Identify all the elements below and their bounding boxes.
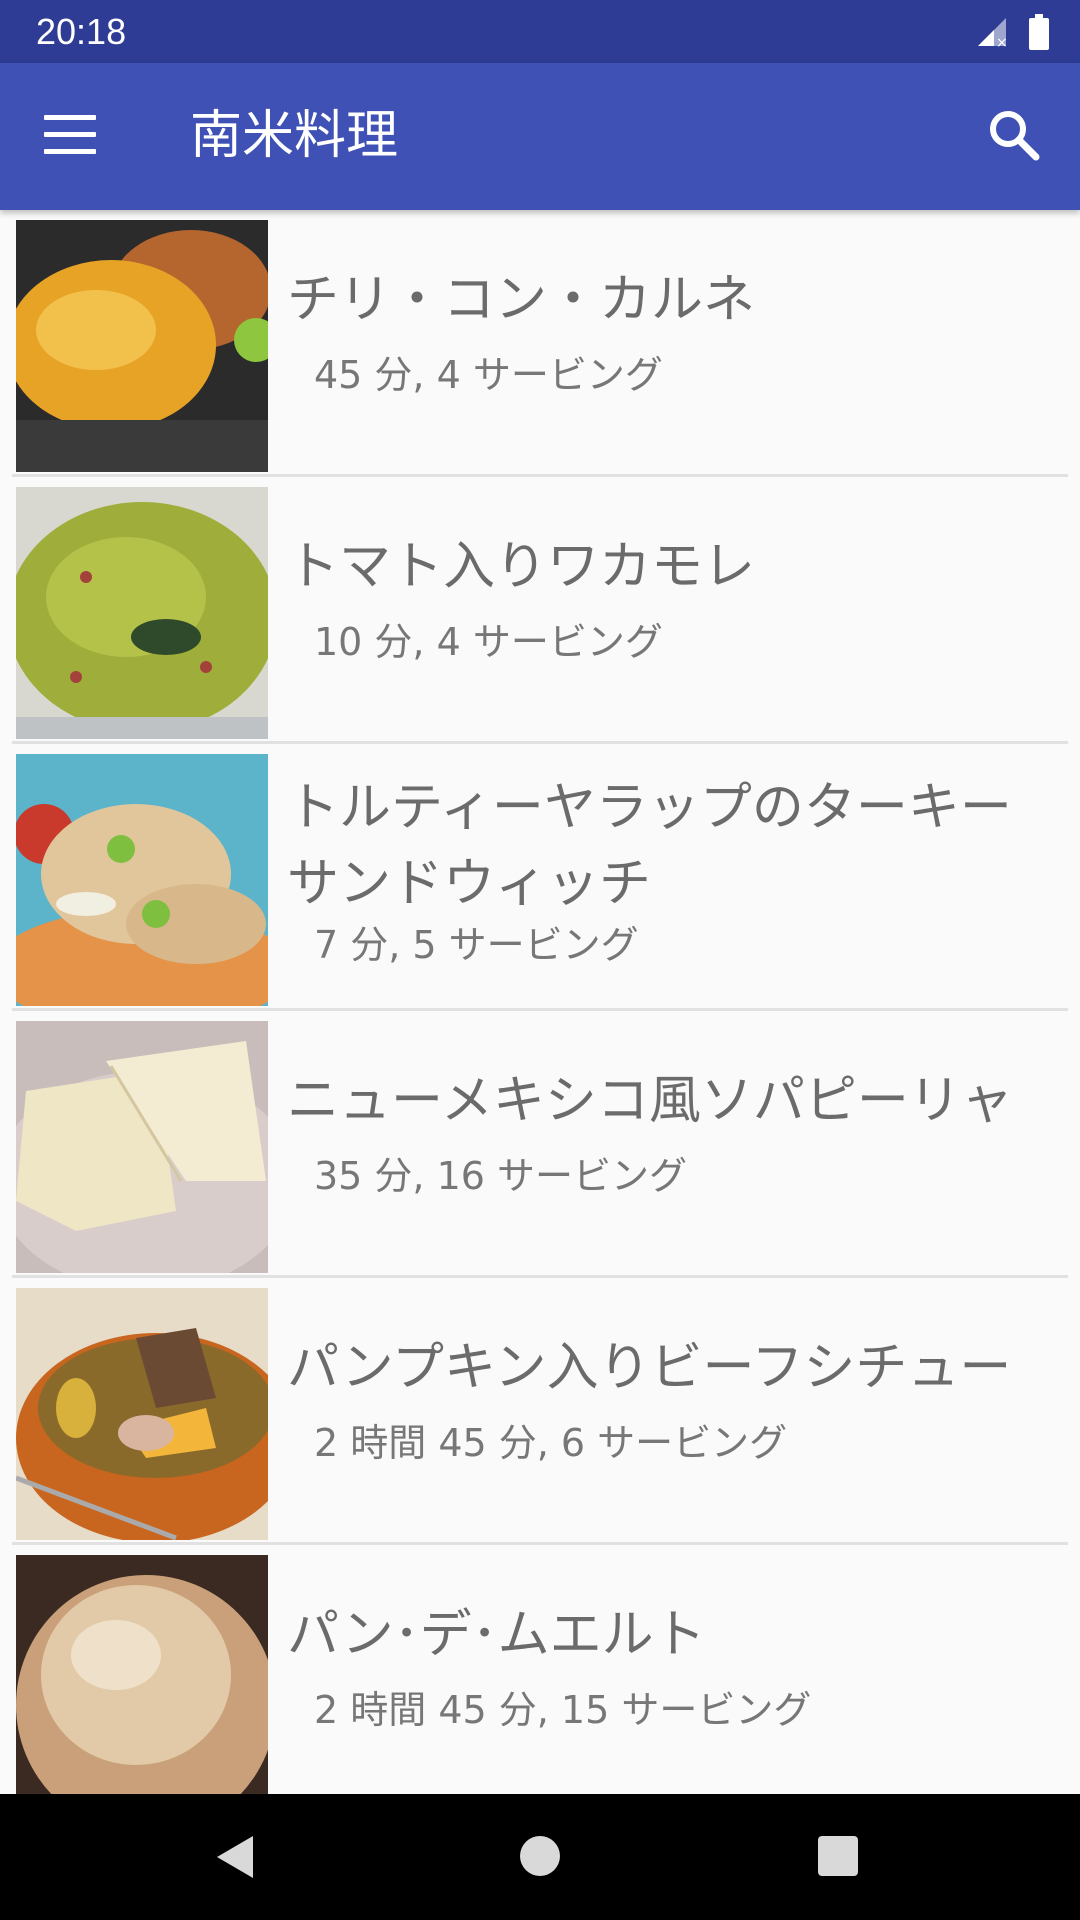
- recipe-thumbnail: [16, 487, 268, 739]
- page-title: 南米料理: [190, 106, 399, 166]
- recipe-title: トルティーヤラップのターキーサンドウィッチ: [287, 778, 1012, 914]
- recipe-subtitle: 7 分, 5 サービング: [314, 923, 639, 967]
- recipe-title: パンプキン入りビーフシチュー: [287, 1338, 1012, 1398]
- app-bar: 南米料理: [0, 63, 1080, 210]
- recipe-title: トマト入りワカモレ: [287, 537, 756, 597]
- list-item[interactable]: パン･デ･ムエルト 2 時間 45 分, 15 サービング: [12, 1545, 1068, 1794]
- recents-icon[interactable]: [818, 1836, 858, 1876]
- recipe-thumbnail: [16, 1288, 268, 1540]
- list-item[interactable]: パンプキン入りビーフシチュー 2 時間 45 分, 6 サービング: [12, 1278, 1068, 1545]
- search-button[interactable]: [986, 107, 1046, 167]
- list-item[interactable]: ニューメキシコ風ソパピーリャ 35 分, 16 サービング: [12, 1011, 1068, 1278]
- recipe-title: パン･デ･ムエルト: [287, 1605, 706, 1665]
- list-item[interactable]: トルティーヤラップのターキーサンドウィッチ 7 分, 5 サービング: [12, 744, 1068, 1011]
- system-nav-bar: [0, 1794, 1080, 1920]
- recipe-subtitle: 35 分, 16 サービング: [314, 1154, 688, 1198]
- recipe-title: ニューメキシコ風ソパピーリャ: [287, 1071, 1013, 1131]
- recipe-subtitle: 10 分, 4 サービング: [314, 620, 663, 664]
- recipe-thumbnail: [16, 754, 268, 1006]
- recipe-thumbnail: [16, 1021, 268, 1273]
- search-icon: [990, 111, 1040, 161]
- list-item[interactable]: チリ・コン・カルネ 45 分, 4 サービング: [12, 210, 1068, 477]
- svg-text:×: ×: [996, 35, 1008, 48]
- recipe-subtitle: 45 分, 4 サービング: [314, 353, 663, 397]
- recipe-subtitle: 2 時間 45 分, 6 サービング: [314, 1421, 788, 1465]
- recipe-thumbnail: [16, 1555, 268, 1794]
- menu-button[interactable]: [44, 115, 100, 159]
- list-item[interactable]: トマト入りワカモレ 10 分, 4 サービング: [12, 477, 1068, 744]
- hamburger-menu-icon: [44, 115, 100, 154]
- recipe-thumbnail: [16, 220, 268, 472]
- status-icons: ×: [974, 12, 1050, 52]
- recipe-subtitle: 2 時間 45 分, 15 サービング: [314, 1688, 812, 1732]
- recipe-title: チリ・コン・カルネ: [287, 270, 756, 330]
- recipe-list[interactable]: チリ・コン・カルネ 45 分, 4 サービング トマト入りワカモレ 10 分, …: [0, 210, 1080, 1794]
- status-bar: 20:18 ×: [0, 0, 1080, 63]
- back-icon[interactable]: [215, 1834, 255, 1880]
- battery-icon: [1029, 14, 1049, 50]
- status-time: 20:18: [36, 11, 127, 52]
- home-icon[interactable]: [520, 1836, 560, 1876]
- signal-icon: ×: [978, 18, 1008, 48]
